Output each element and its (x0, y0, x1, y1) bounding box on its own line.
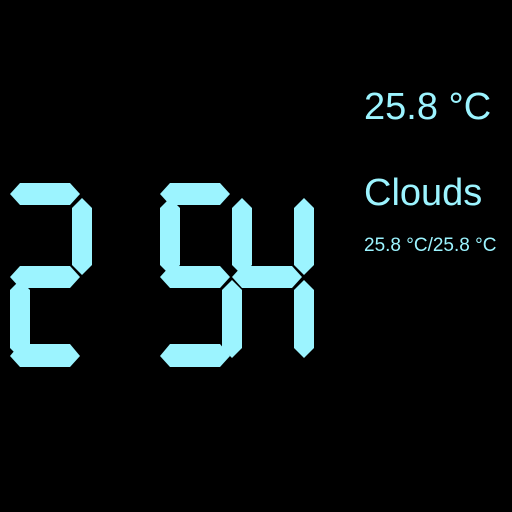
weather-condition: Clouds (364, 172, 483, 214)
clock-digit-hour (10, 183, 92, 367)
temperature-range: 25.8 °C/25.8 °C (364, 235, 497, 256)
clock-digit-minute-tens (160, 183, 242, 367)
clock-digits (10, 183, 314, 367)
current-temperature: 25.8 °C (364, 86, 492, 128)
weather-panel: 25.8 °C Clouds 25.8 °C/25.8 °C (364, 88, 508, 255)
clock-weather-screen: 2 54 (0, 0, 512, 512)
clock-digit-minute-ones (232, 198, 314, 358)
digital-clock: 2 54 (10, 180, 320, 370)
